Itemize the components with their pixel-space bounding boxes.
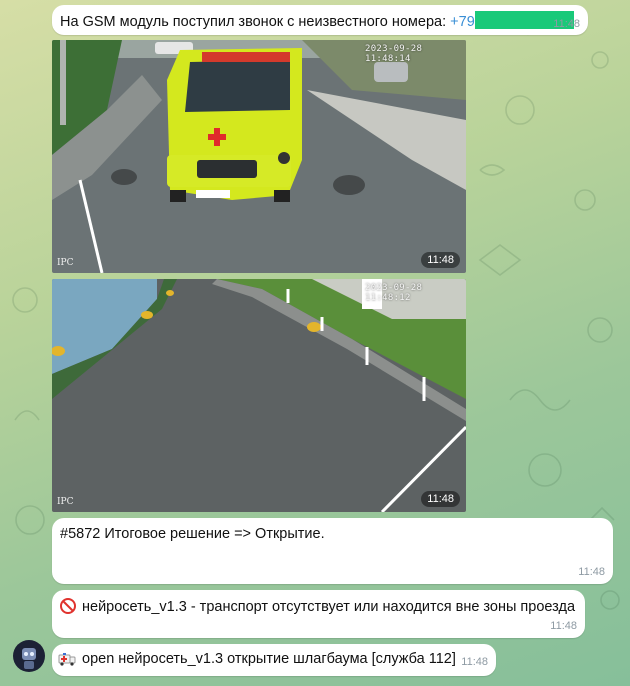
ambulance-vehicle: [167, 48, 302, 202]
message-time: 11:48: [461, 656, 488, 668]
message-text: #5872 Итоговое решение => Открытие.: [60, 526, 325, 542]
bot-avatar[interactable]: [13, 640, 45, 672]
no-entry-icon: [60, 598, 76, 618]
camera-photo-1[interactable]: 2023-09-28 11:48:14 IPC 11:48: [52, 40, 466, 273]
photo-time: 11:48: [421, 491, 460, 507]
message-time: 11:48: [550, 620, 577, 632]
message-text: На GSM модуль поступил звонок с неизвест…: [60, 11, 574, 30]
message-open-command: open нейросеть_v1.3 открытие шлагбаума […: [52, 644, 496, 676]
message-time: 11:48: [578, 566, 605, 578]
message-time: 11:48: [553, 18, 580, 30]
ambulance-icon: [58, 652, 76, 670]
message-text: нейросеть_v1.3 - транспорт отсутствует и…: [60, 598, 575, 618]
robot-icon: [22, 648, 36, 669]
camera-timestamp: 2023-09-28 11:48:14: [365, 44, 423, 64]
camera-photo-2[interactable]: 2023-09-28 11:48:12 IPC 11:48: [52, 279, 466, 512]
camera-timestamp: 2023-09-28 11:48:12: [365, 283, 423, 303]
photo-1-scene: [52, 40, 466, 273]
message-text: open нейросеть_v1.3 открытие шлагбаума […: [58, 651, 456, 670]
camera-brand: IPC: [57, 258, 74, 268]
photo-time: 11:48: [421, 252, 460, 268]
message-nn-check: нейросеть_v1.3 - транспорт отсутствует и…: [52, 590, 585, 638]
message-incoming-call: На GSM модуль поступил звонок с неизвест…: [52, 5, 588, 35]
camera-brand: IPC: [57, 497, 74, 507]
message-decision: #5872 Итоговое решение => Открытие. 11:4…: [52, 518, 613, 584]
phone-number-link[interactable]: +79: [450, 14, 475, 30]
photo-2-scene: [52, 279, 466, 512]
